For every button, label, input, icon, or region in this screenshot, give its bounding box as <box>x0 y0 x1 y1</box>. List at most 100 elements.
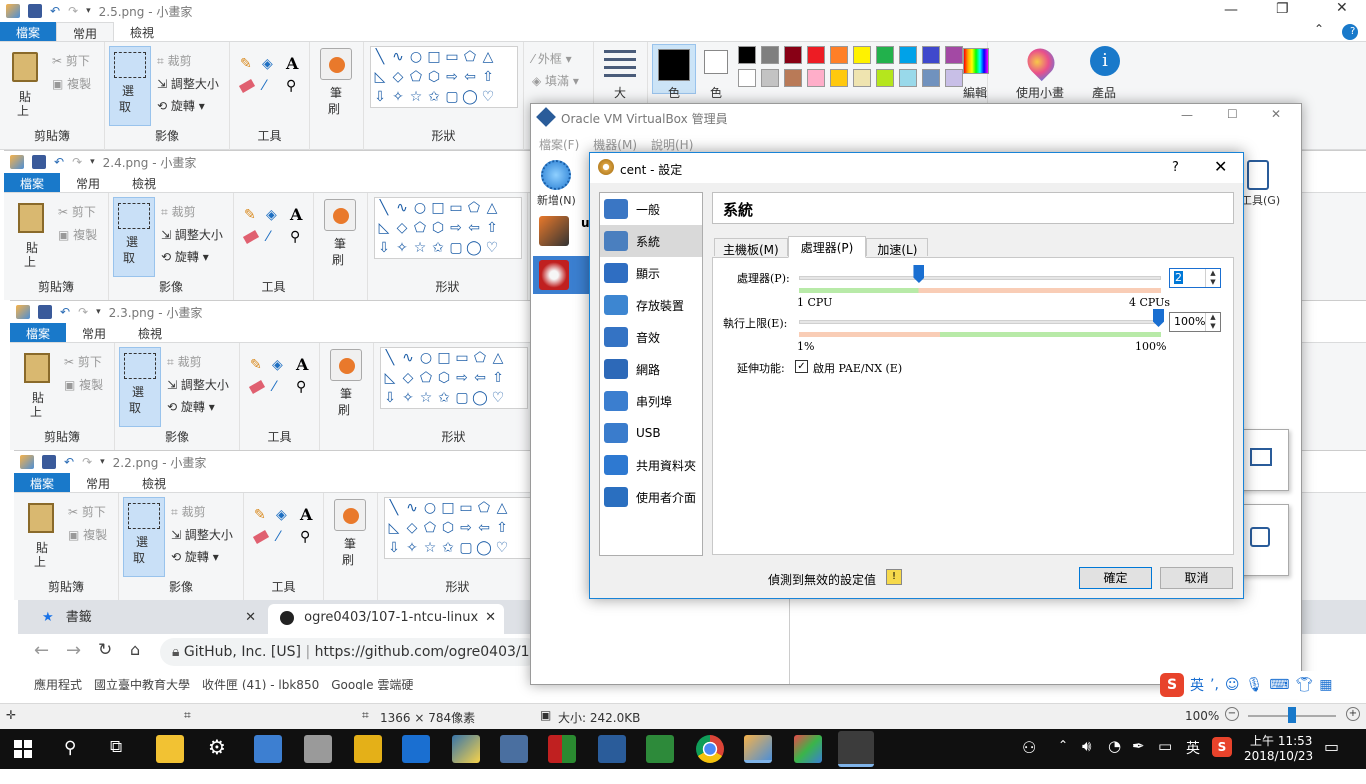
tab-motherboard[interactable]: 主機板(M) <box>714 238 788 257</box>
paste-sub-label[interactable]: 上 <box>17 102 29 119</box>
menu-file[interactable]: 檔案(F) <box>539 136 579 153</box>
clock-time[interactable]: 上午 11:53 <box>1250 732 1312 749</box>
app-icon-3[interactable] <box>354 735 382 763</box>
magnifier-icon[interactable]: ⚲ <box>286 78 296 94</box>
tab-close-icon[interactable]: ✕ <box>245 604 256 632</box>
info-icon[interactable]: i <box>1090 46 1120 76</box>
menu-machine[interactable]: 機器(M) <box>593 136 637 153</box>
vm-list-item-selected[interactable] <box>533 256 591 294</box>
fill-icon[interactable]: ◈ <box>272 357 283 373</box>
brush-label[interactable]: 筆 <box>330 84 342 101</box>
color-picker-icon[interactable]: ⁄ <box>277 529 279 545</box>
exec-cap-slider-thumb[interactable] <box>1153 309 1164 327</box>
color-picker-icon[interactable]: ⁄ <box>267 229 269 245</box>
settings-category-item[interactable]: 共用資料夾 <box>600 449 702 481</box>
sogou-tray-icon[interactable]: S <box>1212 737 1232 757</box>
magnifier-icon[interactable]: ⚲ <box>300 529 310 545</box>
crop-button[interactable]: ⌗ 裁剪 <box>171 503 206 520</box>
product-label[interactable]: 產品 <box>1092 84 1116 101</box>
pae-label[interactable]: 啟用 PAE/NX (E) <box>813 360 902 376</box>
back-icon[interactable]: ← <box>34 640 49 661</box>
app-icon-4[interactable] <box>402 735 430 763</box>
paste-sub-label[interactable]: 上 <box>24 253 36 270</box>
tab-close-icon[interactable]: ✕ <box>485 604 496 632</box>
brush-sub-label[interactable]: 刷 <box>338 401 350 418</box>
color-swatch[interactable] <box>738 46 756 64</box>
close-button[interactable]: ✕ <box>1336 0 1348 16</box>
outline-button[interactable]: ⁄ 外框 ▾ <box>532 50 572 67</box>
chrome-icon[interactable] <box>696 735 724 763</box>
settings-category-item[interactable]: 顯示 <box>600 257 702 289</box>
cancel-button[interactable]: 取消 <box>1160 567 1233 589</box>
settings-category-item[interactable]: 串列埠 <box>600 385 702 417</box>
app-icon-8[interactable] <box>794 735 822 763</box>
color-picker-icon[interactable]: ⁄ <box>263 78 265 94</box>
undo-icon[interactable]: ↶ <box>64 455 74 469</box>
processor-value[interactable]: 2 <box>1174 271 1183 284</box>
settings-category-item[interactable]: 音效 <box>600 321 702 353</box>
rotate-button[interactable]: ⟲ 旋轉 ▾ <box>167 398 215 415</box>
redo-icon[interactable]: ↷ <box>82 455 92 469</box>
app-icon-1[interactable] <box>254 735 282 763</box>
redo-icon[interactable]: ↷ <box>68 4 78 18</box>
color-swatch[interactable] <box>899 46 917 64</box>
fill-icon[interactable]: ◈ <box>276 507 287 523</box>
fill-button[interactable]: ◈ 填滿 ▾ <box>532 72 579 89</box>
ime-lang[interactable]: 英 <box>1190 675 1204 695</box>
brush-sub-label[interactable]: 刷 <box>328 100 340 117</box>
keyboard-layout-icon[interactable]: ▭ <box>1158 737 1172 755</box>
shapes-gallery[interactable]: ╲ ∿ ○ □ ▭ ⬠ △ ◺ ◇ ⬠ ⬡ ⇨ ⇦ ⇧ ⇩ ✧ ☆ ✩ ▢ ◯ ♡ <box>370 46 518 108</box>
tab-file[interactable]: 檔案 <box>4 173 61 192</box>
vm-list-item-1[interactable]: u <box>533 214 591 250</box>
paste-icon[interactable] <box>12 52 38 82</box>
processor-slider-thumb[interactable] <box>913 265 925 283</box>
paste-icon[interactable] <box>28 503 54 533</box>
menu-help[interactable]: 說明(H) <box>651 136 693 153</box>
clock-date[interactable]: 2018/10/23 <box>1244 749 1313 763</box>
exec-cap-value[interactable]: 100% <box>1174 315 1205 328</box>
brush-sub-label[interactable]: 刷 <box>332 251 344 268</box>
help-icon[interactable]: ? <box>1342 24 1358 40</box>
save-icon[interactable] <box>28 4 42 18</box>
color-swatch[interactable] <box>738 69 756 87</box>
text-icon[interactable]: A <box>286 54 298 73</box>
volume-icon[interactable]: 🔊︎ <box>1082 737 1091 755</box>
search-icon[interactable]: ⚲ <box>64 738 76 758</box>
exec-cap-slider-track[interactable] <box>799 320 1161 324</box>
ime-grid-icon[interactable]: ▦ <box>1319 677 1332 693</box>
virtualbox-taskbar-icon[interactable] <box>838 731 874 767</box>
zoom-slider-thumb[interactable] <box>1288 707 1296 723</box>
crop-button[interactable]: ⌗ 裁剪 <box>161 203 196 220</box>
color-swatch[interactable] <box>899 69 917 87</box>
qat-dropdown-icon[interactable]: ▾ <box>86 6 91 16</box>
brush-label[interactable]: 筆 <box>340 385 352 402</box>
tab-view[interactable]: 檢視 <box>116 173 172 192</box>
color-swatch[interactable] <box>945 69 963 87</box>
tab-acceleration[interactable]: 加速(L) <box>866 238 929 257</box>
cut-button[interactable]: ✂ 剪下 <box>58 203 96 220</box>
color-swatch[interactable] <box>784 69 802 87</box>
browser-tab-bookmarks[interactable]: ★ 書籤 ✕ <box>28 604 264 634</box>
brush-icon[interactable] <box>330 349 362 381</box>
tab-processor[interactable]: 處理器(P) <box>787 236 867 258</box>
minimize-button[interactable]: — <box>1224 2 1238 18</box>
color-swatch[interactable] <box>761 46 779 64</box>
resize-button[interactable]: ⇲ 調整大小 <box>161 226 223 243</box>
copy-button[interactable]: ▣ 複製 <box>58 226 97 243</box>
settings-category-item[interactable]: 使用者介面 <box>600 481 702 513</box>
brush-icon[interactable] <box>324 199 356 231</box>
emoji-icon[interactable]: ☺ <box>1225 677 1240 693</box>
paint3d-label[interactable]: 使用小畫 <box>1016 84 1064 101</box>
rotate-button[interactable]: ⟲ 旋轉 ▾ <box>157 97 205 114</box>
pen-icon[interactable]: ✒ <box>1132 737 1145 755</box>
copy-button[interactable]: ▣ 複製 <box>68 526 107 543</box>
tab-home[interactable]: 常用 <box>70 473 126 492</box>
zoom-out-button[interactable]: − <box>1225 707 1239 721</box>
brush-icon[interactable] <box>320 48 352 80</box>
tray-expand-icon[interactable]: ⌃ <box>1058 738 1068 752</box>
tab-file[interactable]: 檔案 <box>10 323 67 342</box>
app-icon-5[interactable] <box>500 735 528 763</box>
resize-button[interactable]: ⇲ 調整大小 <box>157 75 219 92</box>
settings-category-item[interactable]: USB <box>600 417 702 449</box>
file-explorer-icon[interactable] <box>156 735 184 763</box>
